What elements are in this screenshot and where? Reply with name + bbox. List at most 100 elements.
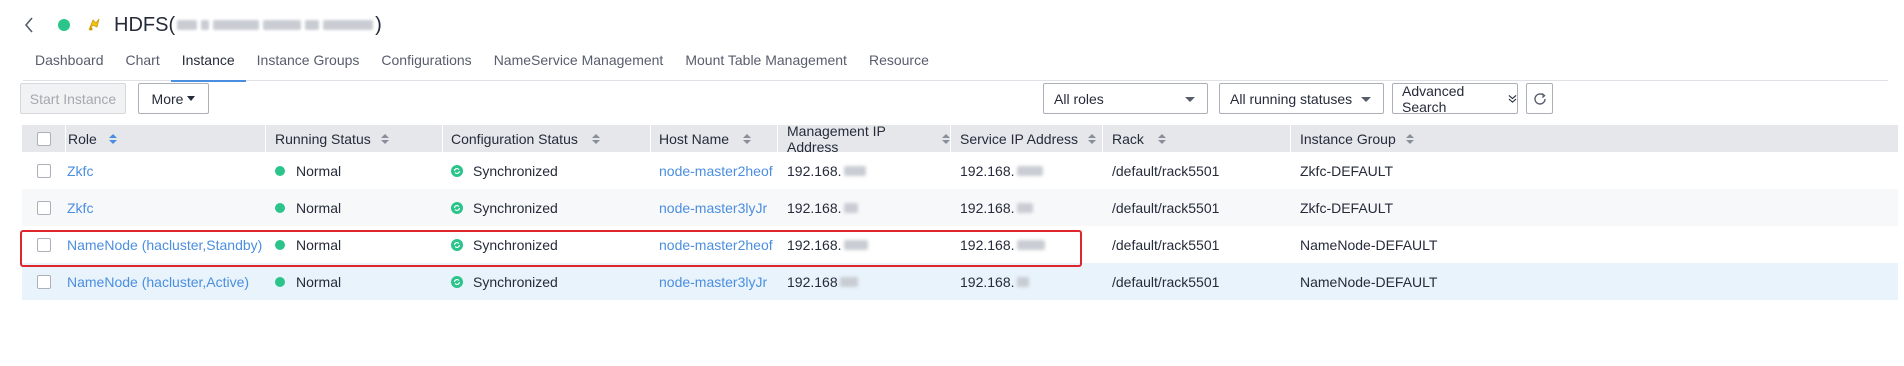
running-status-text: Normal <box>296 199 342 216</box>
role-link[interactable]: Zkfc <box>67 163 93 179</box>
running-status-cell: Normal <box>266 226 443 263</box>
running-status-select[interactable]: All running statuses <box>1219 83 1384 114</box>
tab-dashboard[interactable]: Dashboard <box>23 48 115 81</box>
host-cell: node-master2heof <box>651 226 778 263</box>
running-status-select-value: All running statuses <box>1230 90 1353 107</box>
row-select <box>22 189 66 226</box>
column-label: Instance Group <box>1300 130 1396 147</box>
sort-icon[interactable] <box>1405 133 1414 144</box>
sort-icon[interactable] <box>591 133 600 144</box>
column-header-host-name[interactable]: Host Name <box>651 125 778 152</box>
service-tabs: Dashboard Chart Instance Instance Groups… <box>23 48 1888 82</box>
config-status-cell: Synchronized <box>443 152 651 189</box>
more-button[interactable]: More <box>138 83 209 114</box>
config-status-text: Synchronized <box>473 273 558 290</box>
roles-select[interactable]: All roles <box>1043 83 1208 114</box>
tab-configurations[interactable]: Configurations <box>370 48 482 81</box>
redacted-text <box>213 20 260 30</box>
column-label: Role <box>68 130 97 147</box>
column-header-role[interactable]: Role <box>66 125 266 152</box>
column-header-configuration-status[interactable]: Configuration Status <box>443 125 651 152</box>
service-status-dot <box>58 19 70 31</box>
column-header-rack[interactable]: Rack <box>1103 125 1291 152</box>
tab-instance[interactable]: Instance <box>170 48 246 82</box>
role-link[interactable]: NameNode (hacluster,Standby) <box>67 237 262 253</box>
redacted-text <box>177 20 198 30</box>
start-instance-button[interactable]: Start Instance <box>20 83 126 114</box>
host-cell: node-master3lyJr <box>651 189 778 226</box>
redacted-ip <box>1016 202 1033 213</box>
sort-icon[interactable] <box>1088 133 1097 144</box>
header-select-all <box>22 125 66 152</box>
status-normal-dot <box>275 202 285 213</box>
column-header-instance-group[interactable]: Instance Group <box>1291 125 1553 152</box>
redacted-ip <box>1016 276 1029 287</box>
host-link[interactable]: node-master2heof <box>659 163 773 179</box>
host-cell: node-master2heof <box>651 152 778 189</box>
mgmt-ip-cell: 192.168 <box>778 263 951 300</box>
column-label: Configuration Status <box>451 130 578 147</box>
select-all-checkbox[interactable] <box>36 131 51 146</box>
table-row[interactable]: Zkfc Normal Synchronized node-master2heo… <box>22 152 1898 189</box>
tab-chart[interactable]: Chart <box>115 48 171 81</box>
host-link[interactable]: node-master2heof <box>659 237 773 253</box>
mgmt-ip-cell: 192.168. <box>778 152 951 189</box>
status-normal-dot <box>275 165 285 176</box>
row-checkbox[interactable] <box>37 163 51 178</box>
sort-icon[interactable] <box>743 133 752 144</box>
column-label: Running Status <box>275 130 371 147</box>
tab-mount-table-management[interactable]: Mount Table Management <box>674 48 858 81</box>
row-checkbox[interactable] <box>37 274 51 289</box>
sort-icon[interactable] <box>942 133 950 144</box>
column-header-running-status[interactable]: Running Status <box>266 125 443 152</box>
service-name: HDFS <box>114 13 169 36</box>
role-link[interactable]: Zkfc <box>67 200 93 216</box>
instance-group-text: Zkfc-DEFAULT <box>1300 199 1394 216</box>
redacted-ip <box>1016 239 1045 250</box>
row-checkbox[interactable] <box>37 237 51 252</box>
mgmt-ip-text: 192.168. <box>787 162 842 179</box>
redacted-ip <box>843 239 868 250</box>
back-button[interactable] <box>20 10 38 40</box>
running-status-cell: Normal <box>266 263 443 300</box>
host-link[interactable]: node-master3lyJr <box>659 200 767 216</box>
host-link[interactable]: node-master3lyJr <box>659 274 767 290</box>
config-status-cell: Synchronized <box>443 263 651 300</box>
table-row[interactable]: NameNode (hacluster,Standby) Normal Sync… <box>22 226 1898 263</box>
status-normal-dot <box>275 276 285 287</box>
column-label: Service IP Address <box>960 130 1079 147</box>
redacted-ip <box>843 165 866 176</box>
service-ip-text: 192.168. <box>960 162 1015 179</box>
running-status-text: Normal <box>296 236 342 253</box>
service-ip-text: 192.168. <box>960 236 1015 253</box>
row-checkbox[interactable] <box>37 200 51 215</box>
advanced-search-button[interactable]: Advanced Search <box>1392 83 1518 115</box>
column-label: Management IP Address <box>787 122 886 155</box>
running-status-cell: Normal <box>266 189 443 226</box>
instance-group-cell: NameNode-DEFAULT <box>1291 226 1553 263</box>
rack-text: /default/rack5501 <box>1112 236 1220 253</box>
mgmt-ip-cell: 192.168. <box>778 189 951 226</box>
redacted-ip <box>839 276 858 287</box>
tab-instance-groups[interactable]: Instance Groups <box>246 48 371 81</box>
table-row[interactable]: NameNode (hacluster,Active) Normal Synch… <box>22 263 1898 300</box>
config-status-text: Synchronized <box>473 162 558 179</box>
role-cell: Zkfc <box>66 189 266 226</box>
table-row[interactable]: Zkfc Normal Synchronized node-master3lyJ… <box>22 189 1898 226</box>
rack-text: /default/rack5501 <box>1112 162 1220 179</box>
start-instance-label: Start Instance <box>29 90 117 107</box>
sort-icon[interactable] <box>380 133 389 144</box>
sort-icon[interactable] <box>1157 133 1166 144</box>
refresh-button[interactable] <box>1526 83 1553 114</box>
rack-text: /default/rack5501 <box>1112 199 1220 216</box>
column-header-management-ip[interactable]: Management IP Address <box>778 122 951 155</box>
tab-resource[interactable]: Resource <box>858 48 940 81</box>
role-link[interactable]: NameNode (hacluster,Active) <box>67 274 249 290</box>
sort-icon[interactable] <box>108 133 117 144</box>
rack-cell: /default/rack5501 <box>1103 226 1291 263</box>
double-chevron-down-icon <box>1508 94 1517 103</box>
column-header-service-ip[interactable]: Service IP Address <box>951 125 1103 152</box>
tab-nameservice-management[interactable]: NameService Management <box>483 48 675 81</box>
config-status-cell: Synchronized <box>443 226 651 263</box>
column-label: Host Name <box>659 130 730 147</box>
